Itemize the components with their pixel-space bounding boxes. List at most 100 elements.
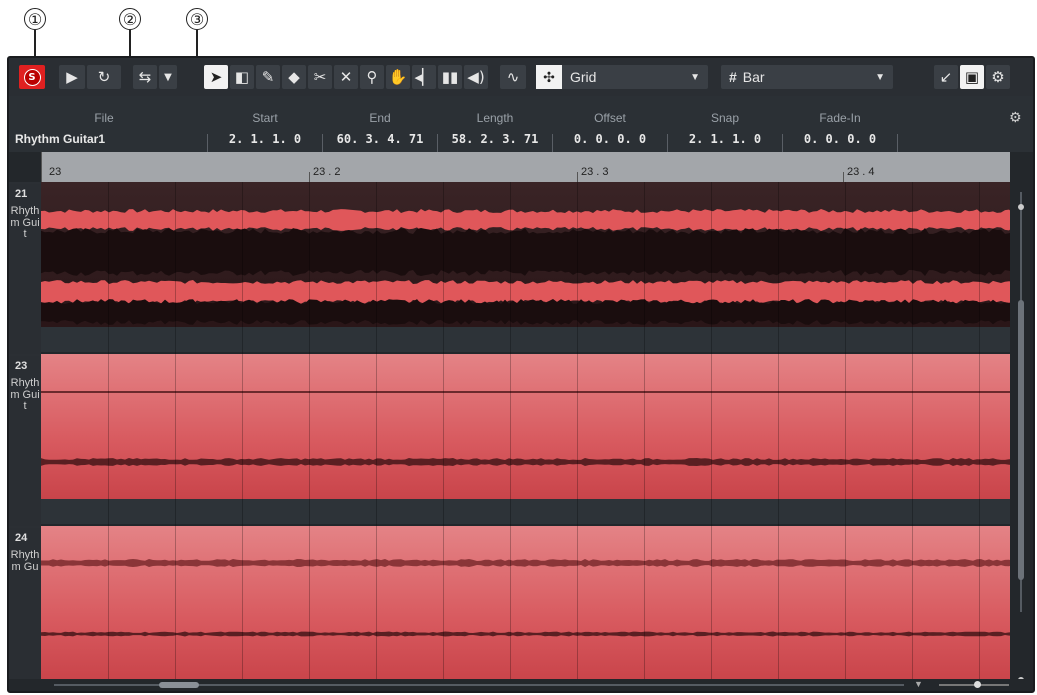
start-label: Start [252,111,278,125]
horizontal-zoom-handle[interactable] [974,681,981,688]
ruler-label: 23 . 2 [313,166,341,178]
draw-icon: ✎ [261,68,275,86]
quantize-icon: # [729,69,737,85]
waveform-channel-2-core [41,299,1013,325]
zoom-tool[interactable]: ⚲ [360,65,384,89]
ruler[interactable]: 23 23 . 2 23 . 3 23 . 4 [41,152,1014,182]
dropdown-icon: ▼ [164,71,172,83]
lane-header-24[interactable]: 24 Rhythm Gu [9,526,41,683]
length-field[interactable]: Length 58. 2. 3. 71 [439,96,551,152]
erase-icon: ◆ [288,68,300,86]
ruler-label: 23 [49,166,62,178]
erase-tool[interactable]: ◆ [282,65,306,89]
loop-icon: ↻ [97,68,111,86]
length-value: 58. 2. 3. 71 [451,132,539,146]
vertical-scrollbar[interactable] [1010,152,1033,691]
info-line: File Rhythm Guitar1 Start 2. 1. 1. 0 End… [9,96,1033,152]
solo-button[interactable]: S [19,65,45,89]
info-line-gear-icon[interactable]: ⚙ [1009,110,1022,126]
autoscroll-button[interactable]: ⇆ [133,65,157,89]
snap-icon: ∿ [506,68,520,86]
range-icon: ◧ [234,68,250,86]
offset-label: Offset [594,111,626,125]
divider [667,134,668,152]
audition-tool[interactable]: ◂▏ [412,65,436,89]
ruler-label: 23 . 4 [847,166,875,178]
end-label: End [369,111,391,125]
loop-button[interactable]: ↻ [87,65,121,89]
file-field[interactable]: File Rhythm Guitar1 [9,96,199,152]
divider [552,134,553,152]
quantize-dropdown[interactable]: # Bar ▼ [721,65,893,89]
hand-icon: ✋ [388,68,408,86]
snap-zero-crossing-button[interactable]: ∿ [500,65,526,89]
file-value: Rhythm Guitar1 [15,132,106,146]
length-label: Length [476,111,514,125]
grid-icon: ✣ [536,65,562,89]
draw-tool[interactable]: ✎ [256,65,280,89]
settings-button[interactable]: ⚙ [986,65,1010,89]
end-value: 60. 3. 4. 71 [336,132,424,146]
divider [897,134,898,152]
autoscroll-dropdown[interactable]: ▼ [159,65,177,89]
file-label: File [94,111,114,125]
waveform-channel-1-core [41,228,1013,276]
warp-tool[interactable]: ▮▮ [438,65,462,89]
callout-2: ② [119,8,141,30]
gear-icon: ⚙ [991,68,1005,86]
offset-value: 0. 0. 0. 0 [573,132,647,146]
fade-in-value: 0. 0. 0. 0 [803,132,877,146]
split-icon: ✂ [313,68,327,86]
snap-value: 2. 1. 1. 0 [688,132,762,146]
quantize-label: Bar [742,69,765,85]
ruler-tick [309,172,310,182]
lane-header-23[interactable]: 23 Rhythm Guit [9,354,41,526]
fade-in-field[interactable]: Fade-In 0. 0. 0. 0 [784,96,896,152]
zoom-presets-icon[interactable]: ▼ [914,679,923,689]
lane-name: Rhythm Guit [10,205,40,240]
waveform-channel-1 [41,209,1013,231]
collapse-button[interactable]: ↙ [934,65,958,89]
start-field[interactable]: Start 2. 1. 1. 0 [209,96,321,152]
grid-type-label: Grid [570,69,597,85]
lane-number: 21 [15,188,28,200]
divider [782,134,783,152]
sample-editor-window: S ▶ ↻ ⇆ ▼ ➤ ◧ ✎ ◆ ✂ ✕ ⚲ ✋ ◂▏ ▮▮ ◀) ∿ ✣ G… [7,56,1035,693]
mute-tool-icon: ✕ [339,68,353,86]
play-button[interactable]: ▶ [59,65,85,89]
lane-footer [41,327,1014,352]
vertical-scroll-thumb[interactable] [1018,300,1024,580]
autoscroll-icon: ⇆ [138,68,152,86]
speaker-button[interactable]: ◀) [464,65,488,89]
split-tool[interactable]: ✂ [308,65,332,89]
horizontal-scrollbar[interactable]: ▼ [9,679,1033,691]
play-icon: ▶ [66,68,78,86]
offset-field[interactable]: Offset 0. 0. 0. 0 [554,96,666,152]
mute-tool[interactable]: ✕ [334,65,358,89]
object-select-tool[interactable]: ➤ [204,65,228,89]
lane-name: Rhythm Guit [10,377,40,412]
collapse-icon: ↙ [939,68,953,86]
hand-tool[interactable]: ✋ [386,65,410,89]
zoom-icon: ⚲ [366,68,378,86]
waveform-channel-2 [41,631,1013,637]
ruler-label: 23 . 3 [581,166,609,178]
divider [207,134,208,152]
snap-field[interactable]: Snap 2. 1. 1. 0 [669,96,781,152]
select-icon: ➤ [209,68,223,86]
ruler-tick [843,172,844,182]
lane-24-waveform[interactable] [41,526,1014,681]
range-tool[interactable]: ◧ [230,65,254,89]
window-layout-button[interactable]: ▣ [960,65,984,89]
chevron-down-icon: ▼ [875,71,885,83]
window-icon: ▣ [964,68,980,86]
divider [322,134,323,152]
lane-23-waveform[interactable] [41,354,1014,524]
lane-header-21[interactable]: 21 Rhythm Guit [9,182,41,354]
grid-type-dropdown[interactable]: ✣ Grid ▼ [536,65,708,89]
vertical-zoom-handle[interactable] [1018,204,1024,210]
end-field[interactable]: End 60. 3. 4. 71 [324,96,436,152]
waveform-channel [41,458,1013,466]
horizontal-scroll-thumb[interactable] [159,682,199,688]
lane-21-waveform[interactable] [41,182,1014,352]
